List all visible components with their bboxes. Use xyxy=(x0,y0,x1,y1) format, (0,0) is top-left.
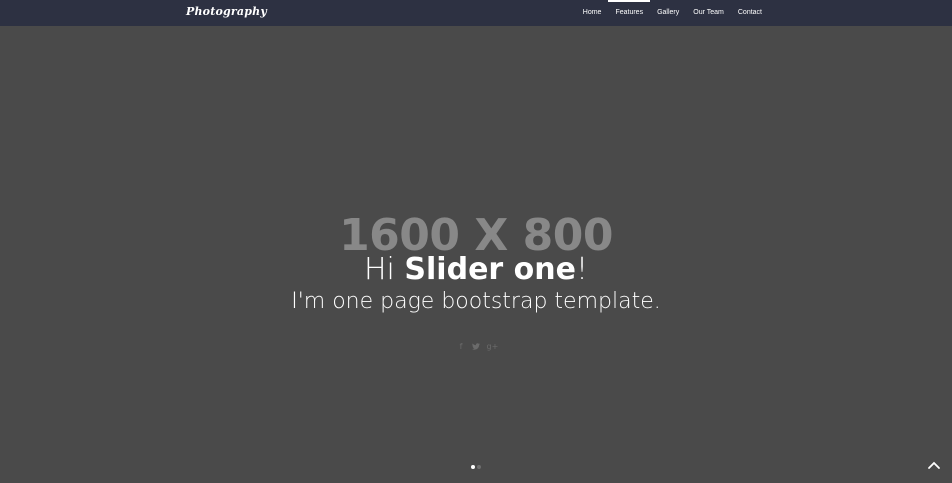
hero-title-suffix: ! xyxy=(575,252,589,287)
hero-title-prefix: Hi xyxy=(363,252,405,287)
slider-dot-1[interactable] xyxy=(471,465,475,469)
hero-title: Hi Slider one! xyxy=(0,248,952,292)
brand-logo[interactable]: Photography xyxy=(186,5,267,18)
main-nav: Home Features Gallery Our Team Contact xyxy=(569,0,762,26)
scroll-to-top-button[interactable] xyxy=(926,457,942,473)
nav-item-our-team[interactable]: Our Team xyxy=(693,0,724,26)
chevron-up-icon xyxy=(928,461,940,469)
social-links: f g+ xyxy=(0,342,952,351)
nav-item-contact[interactable]: Contact xyxy=(738,0,762,26)
hero-subtitle: I'm one page bootstrap template. xyxy=(291,289,661,314)
nav-item-home[interactable]: Home xyxy=(583,0,602,26)
hero-title-strong: Slider one xyxy=(404,252,576,287)
twitter-icon[interactable] xyxy=(472,342,481,351)
slider-dot-2[interactable] xyxy=(477,465,481,469)
slider-pagination xyxy=(0,465,952,469)
facebook-icon[interactable]: f xyxy=(457,342,466,351)
google-plus-icon[interactable]: g+ xyxy=(487,342,499,351)
nav-item-gallery[interactable]: Gallery xyxy=(657,0,679,26)
nav-item-features[interactable]: Features xyxy=(608,0,650,26)
hero-slider: 1600 X 800 Hi Slider one! I'm one page b… xyxy=(0,26,952,483)
top-navbar: Photography Home Features Gallery Our Te… xyxy=(0,0,952,26)
